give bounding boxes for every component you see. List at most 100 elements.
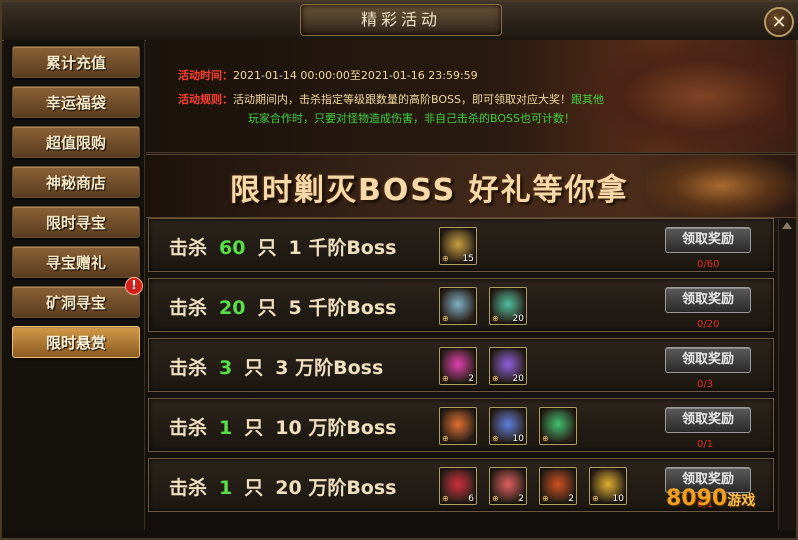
bounty-task-list: 击杀 60 只 1 千阶Boss ⊕ 15 领取奖励 0/60 击杀 20 只 5 千阶Boss ⊕ ⊕ 2… — [148, 218, 776, 530]
activity-rule-coop-text: 跟其他 — [570, 93, 604, 106]
blue-feather-icon[interactable]: ⊕ 10 — [489, 407, 527, 445]
bound-lock-icon: ⊕ — [442, 434, 449, 443]
bound-lock-icon: ⊕ — [542, 434, 549, 443]
activity-rule-label: 活动规则： — [178, 93, 233, 106]
bound-lock-icon: ⊕ — [592, 494, 599, 503]
dragon-art — [576, 40, 786, 152]
kill-word: 击杀 — [169, 297, 208, 319]
bound-lock-icon: ⊕ — [492, 314, 499, 323]
bound-lock-icon: ⊕ — [442, 254, 449, 263]
red-crystal-icon[interactable]: ⊕ 2 — [489, 467, 527, 505]
window-title: 精彩活动 — [300, 4, 502, 36]
kill-word: 击杀 — [169, 417, 208, 439]
activity-window: 精彩活动 ✕ 累计充值 幸运福袋 超值限购 神秘商店 限时寻宝 寻宝赠礼 矿洞寻… — [0, 0, 798, 540]
banner-dragon-art — [646, 155, 796, 217]
kill-word: 击杀 — [169, 477, 208, 499]
gold-coin-icon[interactable]: ⊕ 10 — [589, 467, 627, 505]
bounty-task-row: 击杀 20 只 5 千阶Boss ⊕ ⊕ 20 领取奖励 0/20 — [148, 278, 774, 332]
item-count: 2 — [468, 374, 474, 384]
red-pendant-icon[interactable]: ⊕ 6 — [439, 467, 477, 505]
kill-word: 击杀 — [169, 237, 208, 259]
banner-title: 限时剿灭BOSS 好礼等你拿 — [230, 173, 629, 208]
green-shard-icon[interactable]: ⊕ — [539, 407, 577, 445]
kill-unit: 只 — [257, 297, 277, 319]
boss-level: 3 万阶Boss — [275, 357, 384, 379]
activity-info-panel: 活动时间：2021-01-14 00:00:00至2021-01-16 23:5… — [146, 40, 796, 153]
claim-reward-button[interactable]: 领取奖励 — [665, 407, 751, 433]
scrollbar[interactable] — [778, 218, 795, 530]
bounty-task-row: 击杀 1 只 10 万阶Boss ⊕ ⊕ 10 ⊕ 领取奖励 0/1 — [148, 398, 774, 452]
sidebar-item-mystery-shop[interactable]: 神秘商店 — [12, 166, 140, 198]
item-count: 6 — [468, 494, 474, 504]
bound-lock-icon: ⊕ — [492, 434, 499, 443]
sidebar-item-lucky-bag[interactable]: 幸运福袋 — [12, 86, 140, 118]
kill-requirement: 击杀 60 只 1 千阶Boss — [169, 233, 408, 260]
bound-lock-icon: ⊕ — [442, 314, 449, 323]
activity-time-row: 活动时间：2021-01-14 00:00:00至2021-01-16 23:5… — [178, 67, 478, 83]
golden-chest-icon[interactable]: ⊕ 15 — [439, 227, 477, 265]
activity-rule-row-1: 活动规则：活动期间内，击杀指定等级跟数量的高阶BOSS，即可领取对应大奖！跟其他 — [178, 91, 604, 107]
item-count: 2 — [518, 494, 524, 504]
kill-unit: 只 — [244, 417, 264, 439]
close-button[interactable]: ✕ — [764, 7, 794, 37]
item-count: 2 — [568, 494, 574, 504]
kill-count: 60 — [219, 237, 246, 259]
activity-sidebar: 累计充值 幸运福袋 超值限购 神秘商店 限时寻宝 寻宝赠礼 矿洞寻宝 限时悬赏 — [4, 40, 145, 530]
silver-amulet-icon[interactable]: ⊕ — [439, 287, 477, 325]
kill-progress: 0/3 — [697, 379, 714, 390]
kill-progress: 0/1 — [697, 439, 714, 450]
bound-lock-icon: ⊕ — [442, 374, 449, 383]
alert-badge-icon: ! — [125, 277, 143, 295]
bounty-task-row: 击杀 3 只 3 万阶Boss ⊕ 2 ⊕ 20 领取奖励 0/3 — [148, 338, 774, 392]
watermark-text: 游戏 — [727, 493, 756, 509]
boss-level: 20 万阶Boss — [275, 477, 397, 499]
green-crystal-icon[interactable]: ⊕ 20 — [489, 287, 527, 325]
claim-reward-button[interactable]: 领取奖励 — [665, 347, 751, 373]
watermark-number: 8090 — [666, 486, 728, 511]
fire-orb-icon[interactable]: ⊕ 2 — [539, 467, 577, 505]
kill-unit: 只 — [244, 357, 264, 379]
item-count: 10 — [612, 494, 624, 504]
kill-requirement: 击杀 20 只 5 千阶Boss — [169, 293, 408, 320]
scroll-up-arrow-icon[interactable] — [782, 222, 792, 229]
title-bar: 精彩活动 ✕ — [2, 2, 798, 41]
kill-requirement: 击杀 3 只 3 万阶Boss — [169, 353, 395, 380]
pink-gem-icon[interactable]: ⊕ 2 — [439, 347, 477, 385]
item-count: 20 — [512, 374, 524, 384]
kill-unit: 只 — [244, 477, 264, 499]
item-count: 15 — [462, 254, 474, 264]
kill-progress: 0/20 — [697, 319, 720, 330]
boss-banner: 限时剿灭BOSS 好礼等你拿 — [146, 154, 796, 218]
bounty-task-row: 击杀 60 只 1 千阶Boss ⊕ 15 领取奖励 0/60 — [148, 218, 774, 272]
activity-time-value: 2021-01-14 00:00:00至2021-01-16 23:59:59 — [233, 69, 478, 82]
kill-requirement: 击杀 1 只 20 万阶Boss — [169, 473, 408, 500]
activity-rule-coop-text-2: 玩家合作时，只要对怪物造成伤害，非自己击杀的BOSS也可计数！ — [248, 112, 575, 125]
boss-level: 5 千阶Boss — [288, 297, 397, 319]
kill-progress: 0/60 — [697, 259, 720, 270]
purple-crystal-icon[interactable]: ⊕ 20 — [489, 347, 527, 385]
sidebar-item-timed-bounty[interactable]: 限时悬赏 — [12, 326, 140, 358]
item-count: 10 — [512, 434, 524, 444]
claim-reward-button[interactable]: 领取奖励 — [665, 287, 751, 313]
kill-count: 1 — [219, 477, 233, 499]
sidebar-item-mine-treasure[interactable]: 矿洞寻宝 — [12, 286, 140, 318]
activity-rule-row-2: 玩家合作时，只要对怪物造成伤害，非自己击杀的BOSS也可计数！ — [248, 110, 575, 126]
sidebar-item-value-limited[interactable]: 超值限购 — [12, 126, 140, 158]
kill-unit: 只 — [257, 237, 277, 259]
rainbow-orb-icon[interactable]: ⊕ — [439, 407, 477, 445]
sidebar-item-timed-treasure[interactable]: 限时寻宝 — [12, 206, 140, 238]
item-count: 20 — [512, 314, 524, 324]
bound-lock-icon: ⊕ — [542, 494, 549, 503]
kill-count: 3 — [219, 357, 233, 379]
activity-rule-text: 活动期间内，击杀指定等级跟数量的高阶BOSS，即可领取对应大奖！ — [233, 93, 571, 106]
kill-count: 1 — [219, 417, 233, 439]
boss-level: 10 万阶Boss — [275, 417, 397, 439]
boss-level: 1 千阶Boss — [288, 237, 397, 259]
sidebar-item-cumulative-recharge[interactable]: 累计充值 — [12, 46, 140, 78]
sidebar-item-treasure-gift[interactable]: 寻宝赠礼 — [12, 246, 140, 278]
kill-count: 20 — [219, 297, 246, 319]
claim-reward-button[interactable]: 领取奖励 — [665, 227, 751, 253]
kill-requirement: 击杀 1 只 10 万阶Boss — [169, 413, 408, 440]
watermark-logo: 8090游戏 — [666, 486, 755, 511]
bound-lock-icon: ⊕ — [492, 494, 499, 503]
